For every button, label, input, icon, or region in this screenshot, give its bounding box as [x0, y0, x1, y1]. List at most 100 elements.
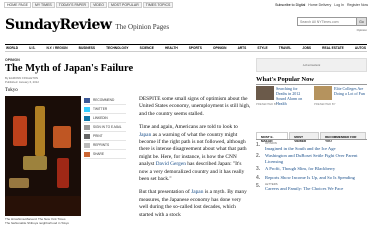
masthead-meta: Opinion [356, 28, 367, 32]
article-paragraph: Time and again, Americans are told to lo… [139, 124, 247, 183]
reprints-icon [84, 142, 90, 148]
most-popular-title: What's Popular Now [256, 76, 315, 83]
section-logo-subtitle: The Opinion Pages [115, 23, 170, 31]
tool-label: SHARE [93, 152, 104, 156]
tool-email[interactable]: SIGN IN TO E-MAIL [84, 123, 126, 132]
promo-source: PRESENTED BY [256, 102, 278, 106]
list-item-number: 2. [256, 153, 261, 160]
masthead: SundayReview The Opinion Pages Search All… [5, 10, 367, 42]
linkedin-icon [84, 115, 90, 121]
nav-item-world[interactable]: WORLD [6, 46, 18, 50]
search-go-button[interactable]: Go [356, 18, 366, 25]
tool-print[interactable]: PRINT [84, 132, 126, 141]
article-paragraph: But that presentation of Japan is a myth… [139, 189, 247, 218]
section-logo-title: SundayReview [5, 17, 112, 33]
tab-my-times[interactable]: MY TIMES [31, 1, 55, 8]
list-item[interactable]: 5. LETTERS Careers and Family: The Choice… [256, 182, 367, 192]
list-item-title[interactable]: Reports Show Income Is Up, and So Is Spe… [265, 175, 355, 180]
twitter-icon [84, 106, 90, 112]
section-nav: WORLD U.S. N.Y. / REGION BUSINESS TECHNO… [5, 44, 367, 52]
most-popular-header: What's Popular Now [256, 76, 367, 85]
home-delivery-link[interactable]: Home Delivery [308, 3, 331, 7]
byline-date: Published: January 6, 2012 [5, 80, 39, 84]
top-utility-bar: HOME PAGE MY TIMES TODAY'S PAPER VIDEO M… [0, 0, 372, 9]
tool-label: REPRINTS [93, 143, 110, 147]
article-kicker: OPINION [5, 58, 20, 62]
inline-link[interactable]: Japan [191, 189, 203, 195]
section-logo[interactable]: SundayReview The Opinion Pages [5, 17, 169, 33]
list-item[interactable]: 2. Washington and DuBoset Settle Fight O… [256, 153, 367, 164]
nav-item-health[interactable]: HEALTH [165, 46, 178, 50]
nav-item-travel[interactable]: TRAVEL [279, 46, 292, 50]
promo-thumbnail [314, 86, 332, 100]
tab-most-popular[interactable]: MOST POPULAR [107, 1, 142, 8]
promo-item[interactable]: Elite Colleges Are Doing a Lot of Fun PR… [314, 86, 367, 130]
tool-label: PRINT [93, 134, 103, 138]
article-headline: The Myth of Japan's Failure [5, 63, 134, 74]
nav-item-style[interactable]: STYLE [257, 46, 267, 50]
email-icon [84, 124, 90, 130]
article-tools: RECOMMEND TWITTER LINKEDIN SIGN IN TO E-… [84, 96, 126, 159]
subscribe-link[interactable]: Subscribe to Digital [275, 3, 305, 7]
login-link[interactable]: Log In [334, 3, 344, 7]
list-item[interactable]: 3. A Profit, Though Slim, for Blackberry [256, 166, 367, 172]
tab-todays-paper[interactable]: TODAY'S PAPER [55, 1, 90, 8]
photo-description: The fashionable Shibuya neighborhood in … [5, 221, 69, 225]
list-item-title[interactable]: Washington and DuBoset Settle Fight Over… [265, 153, 358, 164]
tool-share[interactable]: SHARE [84, 150, 126, 159]
tab-video[interactable]: VIDEO [90, 1, 107, 8]
promo-headline[interactable]: Elite Colleges Are Doing a Lot of Fun [334, 86, 367, 96]
nav-item-technology[interactable]: TECHNOLOGY [106, 46, 129, 50]
nav-item-business[interactable]: BUSINESS [79, 46, 95, 50]
top-tabs: HOME PAGE MY TIMES TODAY'S PAPER VIDEO M… [4, 1, 174, 8]
nav-item-opinion[interactable]: OPINION [213, 46, 226, 50]
list-item-title[interactable]: Careers and Family: The Choices We Face [265, 186, 343, 191]
search-box[interactable]: Search All NYTimes.com Go [297, 17, 367, 26]
tool-linkedin[interactable]: LINKEDIN [84, 114, 126, 123]
facebook-icon [84, 97, 90, 103]
article-paragraph: DESPITE some small signs of optimism abo… [139, 96, 251, 117]
nav-item-science[interactable]: SCIENCE [140, 46, 154, 50]
promo-thumbnail [256, 86, 274, 100]
list-item-title[interactable]: Imagined in the South and the Ice Age [265, 146, 336, 151]
list-item-title[interactable]: A Profit, Though Slim, for Blackberry [265, 166, 335, 171]
inline-link[interactable]: David Gergen [156, 161, 186, 167]
article-byline: By EAMONN FINGLETON Published: January 6… [5, 76, 39, 84]
tab-recommended[interactable]: RECOMMENDED FOR YOU [320, 132, 366, 143]
article-photo[interactable] [5, 96, 81, 216]
search-input[interactable]: Search All NYTimes.com [300, 20, 339, 24]
nav-item-arts[interactable]: ARTS [238, 46, 247, 50]
promo-source: PRESENTED BY [314, 102, 336, 106]
tool-reprints[interactable]: REPRINTS [84, 141, 126, 150]
promo-module: Searching for Deaths in 2012 Sound Alarm… [256, 86, 367, 132]
share-icon [84, 151, 90, 157]
account-links: Subscribe to Digital Home Delivery Log I… [275, 3, 368, 7]
nav-item-us[interactable]: U.S. [29, 46, 35, 50]
tool-twitter[interactable]: TWITTER [84, 105, 126, 114]
nav-item-jobs[interactable]: JOBS [302, 46, 311, 50]
tool-recommend[interactable]: RECOMMEND [84, 96, 126, 105]
list-item-number: 1. [256, 142, 261, 148]
list-item[interactable]: 4. Reports Show Income Is Up, and So Is … [256, 175, 367, 181]
list-item[interactable]: 1. OPINION Imagined in the South and the … [256, 141, 367, 151]
nav-item-sports[interactable]: SPORTS [189, 46, 202, 50]
article-dateline: Tokyo [5, 88, 18, 93]
print-icon [84, 133, 90, 139]
article-body: DESPITE some small signs of optimism abo… [139, 96, 251, 225]
register-link[interactable]: Register Now [347, 3, 368, 7]
tab-times-topics[interactable]: TIMES TOPICS [142, 1, 174, 8]
nav-item-ny-region[interactable]: N.Y. / REGION [46, 46, 67, 50]
tool-label: LINKEDIN [93, 116, 108, 120]
advertisement[interactable]: Advertisement [256, 58, 367, 72]
inline-link[interactable]: Japan [139, 132, 151, 138]
promo-item[interactable]: Searching for Deaths in 2012 Sound Alarm… [256, 86, 309, 130]
tool-label: TWITTER [93, 107, 108, 111]
tool-label: RECOMMEND [93, 98, 115, 102]
tool-label: SIGN IN TO E-MAIL [93, 125, 122, 129]
list-item-number: 5. [256, 182, 261, 189]
tab-most-emailed[interactable]: MOST E-MAILED [256, 132, 289, 143]
nav-item-autos[interactable]: AUTOS [355, 46, 366, 50]
nav-item-real-estate[interactable]: REAL ESTATE [322, 46, 344, 50]
tab-most-viewed[interactable]: MOST VIEWED [289, 132, 320, 143]
tab-home-page[interactable]: HOME PAGE [4, 1, 31, 8]
